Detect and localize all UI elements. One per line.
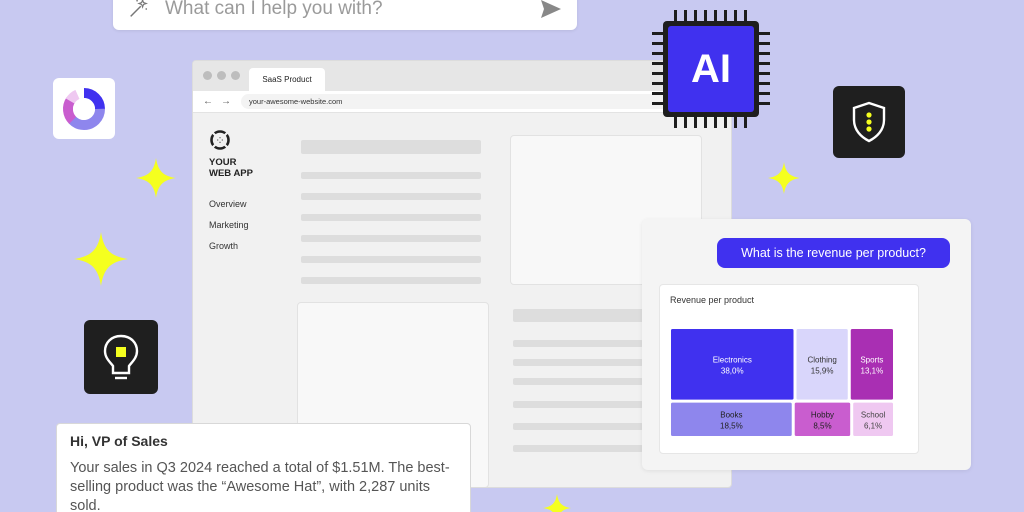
forward-arrow-icon[interactable]: → (221, 96, 231, 107)
send-icon[interactable] (539, 0, 563, 21)
revenue-treemap: Electronics 38,0% Clothing 15,9% Sports 13,1%… (671, 329, 893, 436)
chart-title: Revenue per product (670, 295, 755, 305)
assistant-message-card: Hi, VP of Sales Your sales in Q3 2024 re… (56, 423, 471, 512)
user-question-text: What is the revenue per product? (741, 246, 926, 260)
message-greeting: Hi, VP of Sales (70, 433, 168, 449)
skeleton-line (513, 423, 643, 430)
skeleton-line (301, 235, 481, 242)
back-arrow-icon[interactable]: ← (203, 96, 213, 107)
chat-panel: What is the revenue per product? Electro… (642, 219, 971, 470)
nav-item-overview[interactable]: Overview (209, 199, 247, 209)
treemap-label: Sports (860, 355, 883, 364)
treemap-label: Hobby (811, 410, 834, 419)
app-logo-icon (210, 130, 230, 150)
skeleton-line (513, 359, 643, 366)
window-control-minimize[interactable] (217, 71, 226, 80)
sparkle-icon (136, 158, 176, 198)
sparkle-icon (74, 232, 128, 286)
sparkle-icon (543, 494, 571, 512)
ai-chip-label: AI (691, 46, 731, 91)
skeleton-line (513, 340, 643, 347)
tab-title: SaaS Product (262, 75, 312, 84)
skeleton-line (301, 214, 481, 221)
user-question-bubble: What is the revenue per product? (717, 238, 950, 268)
app-name-line2: WEB APP (209, 168, 253, 179)
skeleton-heading (301, 140, 481, 154)
treemap-value: 38,0% (721, 366, 744, 375)
tab-bar: SaaS Product (193, 61, 731, 91)
treemap-value: 13,1% (861, 366, 884, 375)
revenue-chart-card: Electronics 38,0% Clothing 15,9% Sports 13,1%… (659, 284, 919, 454)
nav-item-marketing[interactable]: Marketing (209, 220, 249, 230)
lightbulb-icon (103, 334, 139, 380)
skeleton-line (301, 193, 481, 200)
idea-tile (84, 320, 158, 394)
donut-chart-tile (53, 78, 115, 139)
browser-tab[interactable]: SaaS Product (249, 68, 325, 91)
skeleton-line (513, 445, 643, 452)
treemap-label: Electronics (713, 355, 752, 364)
treemap-value: 15,9% (811, 366, 834, 375)
url-text: your-awesome-website.com (249, 97, 343, 106)
treemap-value: 6,1% (864, 421, 882, 430)
treemap-label: Clothing (807, 355, 836, 364)
sparkle-icon (768, 162, 800, 194)
shield-icon (852, 101, 886, 143)
skeleton-line (513, 401, 643, 408)
skeleton-heading (513, 309, 653, 322)
app-name-line1: YOUR (209, 157, 237, 168)
skeleton-line (301, 277, 481, 284)
app-name: YOUR WEB APP (209, 157, 279, 179)
address-bar: ← → your-awesome-website.com (193, 91, 731, 113)
treemap-value: 18,5% (720, 421, 743, 430)
nav-item-growth[interactable]: Growth (209, 241, 238, 251)
message-body: Your sales in Q3 2024 reached a total of… (70, 460, 450, 512)
donut-chart-icon (63, 87, 105, 130)
security-tile (833, 86, 905, 158)
skeleton-line (301, 172, 481, 179)
ai-chip-icon: AI (652, 8, 770, 130)
treemap-label: Books (720, 410, 742, 419)
window-control-close[interactable] (203, 71, 212, 80)
url-field[interactable]: your-awesome-website.com (241, 94, 723, 109)
treemap-value: 8,5% (813, 421, 831, 430)
skeleton-line (513, 378, 643, 385)
skeleton-line (301, 256, 481, 263)
magic-wand-icon (130, 0, 148, 17)
window-control-maximize[interactable] (231, 71, 240, 80)
assistant-search-bar[interactable] (113, 0, 577, 30)
search-input[interactable] (165, 0, 531, 20)
treemap-label: School (861, 410, 886, 419)
